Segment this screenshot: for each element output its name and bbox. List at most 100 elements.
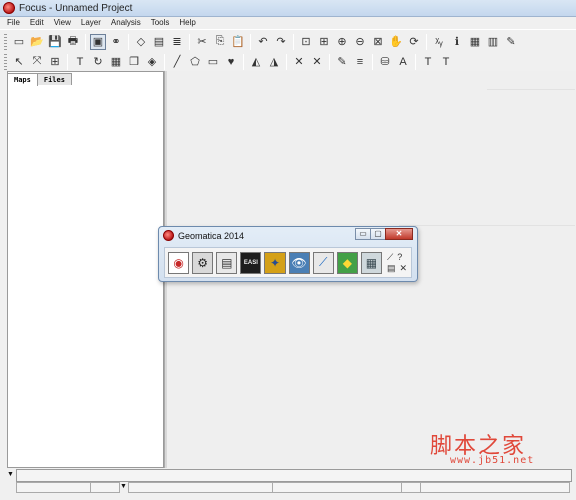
- font-size-icon[interactable]: T: [438, 54, 454, 70]
- close-button[interactable]: ✕: [385, 228, 413, 240]
- cut-icon[interactable]: ✂: [194, 34, 210, 50]
- status-bar: ▼ ▼: [0, 468, 576, 500]
- status-dropdown[interactable]: ▼: [119, 482, 129, 493]
- status-field: [16, 482, 91, 493]
- eye-tool-icon[interactable]: 👁: [288, 251, 310, 274]
- pin-icon[interactable]: ⟋: [387, 252, 393, 262]
- vertex-del-icon[interactable]: ✕: [309, 54, 325, 70]
- project-panel: [7, 71, 164, 468]
- easi-window-icon[interactable]: ▤: [216, 251, 238, 274]
- window-icon[interactable]: ▤: [151, 34, 167, 50]
- easi-tool-icon[interactable]: EASI: [240, 251, 262, 274]
- save-icon[interactable]: 💾: [47, 34, 63, 50]
- focus-tool-icon[interactable]: ◉: [168, 251, 190, 274]
- toolbar-separator: [128, 33, 129, 50]
- modeler-tool-icon[interactable]: ⚙: [192, 251, 214, 274]
- menu-tools[interactable]: Tools: [146, 17, 175, 29]
- clone-icon[interactable]: ❐: [126, 54, 142, 70]
- view-select-icon[interactable]: ▣: [90, 33, 106, 50]
- refresh-icon[interactable]: ⟳: [406, 34, 422, 50]
- xy-icon[interactable]: ᵡᵧ: [431, 34, 447, 50]
- toolbar-separator: [415, 53, 416, 70]
- satellite-tool-icon[interactable]: ⟋: [312, 251, 334, 274]
- status-field: [272, 482, 402, 493]
- menu-bar: File Edit View Layer Analysis Tools Help: [0, 17, 576, 29]
- status-field: [420, 482, 570, 493]
- toolbar-separator: [243, 53, 244, 70]
- tab-files[interactable]: Files: [36, 73, 72, 85]
- zoom-box-icon[interactable]: ⊞: [316, 34, 332, 50]
- triangle-down-icon[interactable]: ▼: [7, 471, 14, 478]
- focus-app-icon: [3, 2, 15, 14]
- raster-grid-icon[interactable]: ▦: [108, 54, 124, 70]
- paste-icon[interactable]: 📋: [230, 34, 246, 50]
- status-field: [128, 482, 273, 493]
- table-icon[interactable]: ▦: [467, 34, 483, 50]
- menu-help[interactable]: Help: [174, 17, 200, 29]
- grid-icon[interactable]: ⊞: [47, 54, 63, 70]
- zoom-out-icon[interactable]: ⊖: [352, 34, 368, 50]
- minimize-button[interactable]: ▭: [355, 228, 371, 240]
- node-edit-icon[interactable]: ⤧: [29, 54, 45, 70]
- zoom-extent-icon[interactable]: ⊡: [298, 34, 314, 50]
- toolbar-grip[interactable]: [4, 53, 7, 70]
- triangle-down-icon: ▼: [120, 483, 127, 490]
- copy-icon[interactable]: ⎘: [212, 34, 228, 50]
- line-icon[interactable]: ╱: [169, 54, 185, 70]
- maximize-button[interactable]: ▢: [370, 228, 386, 240]
- fill-icon[interactable]: ◈: [144, 54, 160, 70]
- geomatica-logo-icon: [163, 230, 174, 241]
- line-color-icon[interactable]: ✎: [334, 54, 350, 70]
- geomatica-tool-strip: ◉ ⚙ ▤ EASI ✦ 👁 ⟋ ◆ ▦ ⟋? ▤ ✕: [164, 247, 412, 278]
- mosaic-tool-icon[interactable]: ◆: [336, 251, 358, 274]
- toolbar-separator: [67, 53, 68, 70]
- chart-icon[interactable]: ▥: [485, 34, 501, 50]
- undo-icon[interactable]: ↶: [255, 34, 271, 50]
- redo-icon[interactable]: ↷: [273, 34, 289, 50]
- link-icon[interactable]: ⚭: [108, 34, 124, 50]
- menu-layer[interactable]: Layer: [76, 17, 106, 29]
- chip-manager-icon[interactable]: ▦: [360, 251, 382, 274]
- heart-icon[interactable]: ♥: [223, 54, 239, 70]
- pointer-icon[interactable]: ↖: [11, 54, 27, 70]
- tab-maps[interactable]: Maps: [7, 73, 38, 86]
- zoom-in-icon[interactable]: ⊕: [334, 34, 350, 50]
- eraser-icon[interactable]: ◇: [133, 34, 149, 50]
- text-icon[interactable]: T: [72, 54, 88, 70]
- menu-file[interactable]: File: [0, 17, 25, 29]
- dialog-title-area[interactable]: Geomatica 2014: [163, 230, 244, 241]
- vertex-add-icon[interactable]: ✕: [291, 54, 307, 70]
- open-icon[interactable]: 📂: [29, 34, 45, 50]
- pan-icon[interactable]: ✋: [388, 34, 404, 50]
- layers-icon[interactable]: ≣: [169, 34, 185, 50]
- info-icon[interactable]: ℹ: [449, 34, 465, 50]
- rotate-icon[interactable]: ↻: [90, 54, 106, 70]
- toolbar-grip[interactable]: [4, 33, 7, 50]
- print-icon[interactable]: 🖶: [65, 34, 81, 50]
- note-icon[interactable]: ▭: [205, 54, 221, 70]
- ortho-engine-icon[interactable]: ✦: [264, 251, 286, 274]
- menu-analysis[interactable]: Analysis: [106, 17, 146, 29]
- main-toolbar: ▭ 📂 💾 🖶 ▣ ⚭ ◇ ▤ ≣ ✂ ⎘ 📋 ↶ ↷ ⊡ ⊞ ⊕ ⊖ ⊠ ✋ ⟳ ᵡᵧ ℹ ▦ ▥ ✎: [0, 29, 576, 53]
- exit-icon[interactable]: ✕: [400, 263, 408, 273]
- font-color-icon[interactable]: A: [395, 54, 411, 70]
- polygon-icon[interactable]: ⬠: [187, 54, 203, 70]
- font-icon[interactable]: T: [420, 54, 436, 70]
- fill-color-icon[interactable]: ⛁: [377, 54, 393, 70]
- pencil-icon[interactable]: ✎: [503, 34, 519, 50]
- geomatica-toolbar-window[interactable]: Geomatica 2014 ▭ ▢ ✕ ◉ ⚙ ▤ EASI ✦ 👁 ⟋ ◆ ▦ ⟋? ▤ ✕: [158, 226, 418, 282]
- help-icon[interactable]: ?: [397, 252, 402, 262]
- menu-view[interactable]: View: [49, 17, 76, 29]
- divider: [487, 89, 575, 90]
- toolbar-separator: [372, 53, 373, 70]
- layer-down-icon[interactable]: ◮: [266, 54, 282, 70]
- line-style-icon[interactable]: ≡: [352, 54, 368, 70]
- menu-edit[interactable]: Edit: [25, 17, 49, 29]
- layer-up-icon[interactable]: ◭: [248, 54, 264, 70]
- new-icon[interactable]: ▭: [11, 34, 27, 50]
- status-fields: ▼: [16, 482, 572, 493]
- doc-icon[interactable]: ▤: [387, 263, 396, 273]
- title-bar: Focus - Unnamed Project: [0, 0, 576, 17]
- zoom-layer-icon[interactable]: ⊠: [370, 34, 386, 50]
- mini-tools: ⟋? ▤ ✕: [387, 252, 411, 274]
